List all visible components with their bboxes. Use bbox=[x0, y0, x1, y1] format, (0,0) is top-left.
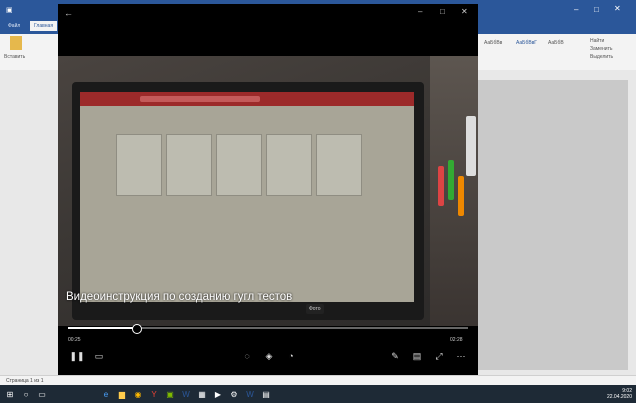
edge-icon[interactable]: e bbox=[100, 388, 112, 400]
desk-background bbox=[430, 56, 478, 326]
pause-icon[interactable]: ❚❚ bbox=[69, 349, 84, 363]
filmed-search-bar bbox=[140, 96, 260, 102]
time-total: 02:28 bbox=[450, 337, 463, 343]
settings-icon[interactable]: ⚙ bbox=[228, 388, 240, 400]
maximize-icon[interactable]: □ bbox=[594, 5, 599, 14]
video-frame[interactable] bbox=[58, 56, 478, 326]
filmed-monitor bbox=[72, 82, 424, 320]
style-normal[interactable]: АаБбВв bbox=[484, 40, 502, 46]
window-close-icon[interactable]: ✕ bbox=[461, 7, 468, 16]
taskbar: ⊞ ○ ▭ e ▆ ◉ Y ▣ W ▦ ▶ ⚙ W ▤ 9:02 22.04.2… bbox=[0, 385, 636, 403]
page-count: Страница 1 из 1 bbox=[6, 378, 44, 384]
window-minimize-icon[interactable]: – bbox=[418, 7, 422, 16]
filmed-form-card bbox=[266, 134, 312, 196]
style-nospacing[interactable]: АаБбВвГ bbox=[516, 40, 537, 46]
filmed-app-bar bbox=[80, 92, 414, 106]
seek-bar[interactable] bbox=[68, 324, 468, 334]
pen-green bbox=[448, 160, 454, 200]
edit-icon[interactable]: ◈ bbox=[262, 349, 276, 363]
back-arrow-icon[interactable]: ← bbox=[64, 8, 73, 18]
style-heading[interactable]: АаБбВ bbox=[548, 40, 564, 46]
video-subtitle: Видеоинструкция по созданию гугл тестов bbox=[66, 291, 293, 303]
close-icon[interactable]: ✕ bbox=[614, 4, 621, 13]
tooltip: Фото bbox=[306, 304, 324, 314]
start-icon[interactable]: ⊞ bbox=[4, 388, 16, 400]
pencil-icon[interactable]: ✎ bbox=[388, 349, 402, 363]
replace-button[interactable]: Заменить bbox=[590, 46, 612, 52]
store-icon[interactable]: ▣ bbox=[164, 388, 176, 400]
pen-orange bbox=[458, 176, 464, 216]
filmed-form-card bbox=[316, 134, 362, 196]
window-maximize-icon[interactable]: □ bbox=[440, 7, 445, 16]
paper-roll bbox=[466, 116, 476, 176]
seek-thumb[interactable] bbox=[132, 324, 142, 334]
taskbar-app-icon[interactable]: ▤ bbox=[260, 388, 272, 400]
filmed-form-card bbox=[116, 134, 162, 196]
movies-icon[interactable]: ▶ bbox=[212, 388, 224, 400]
minimize-icon[interactable]: – bbox=[574, 5, 578, 14]
clock-date: 22.04.2020 bbox=[606, 394, 632, 400]
filmed-screen bbox=[80, 92, 414, 302]
seek-progress bbox=[68, 327, 136, 329]
filmed-form-card bbox=[216, 134, 262, 196]
taskbar-word-icon[interactable]: W bbox=[244, 388, 256, 400]
tab-home[interactable]: Главная bbox=[30, 21, 58, 31]
explorer-icon[interactable]: ▆ bbox=[116, 388, 128, 400]
yandex-icon[interactable]: Y bbox=[148, 388, 160, 400]
tab-file[interactable]: Файл bbox=[8, 23, 20, 29]
time-current: 00:25 bbox=[68, 337, 81, 343]
photo-icon[interactable]: ◌ bbox=[240, 349, 254, 363]
pen-red bbox=[438, 166, 444, 206]
clock[interactable]: 9:02 22.04.2020 bbox=[607, 388, 632, 400]
chrome-icon[interactable]: ◉ bbox=[132, 388, 144, 400]
search-icon[interactable]: ○ bbox=[20, 388, 32, 400]
more-icon[interactable]: ⋯ bbox=[454, 349, 468, 363]
word-icon[interactable]: W bbox=[180, 388, 192, 400]
select-button[interactable]: Выделить bbox=[590, 54, 613, 60]
paste-icon[interactable] bbox=[10, 36, 22, 50]
cast-icon[interactable]: ▤ bbox=[410, 349, 424, 363]
photos-icon[interactable]: ▦ bbox=[196, 388, 208, 400]
fullscreen-icon[interactable]: ⤢ bbox=[432, 349, 446, 363]
find-button[interactable]: Найти bbox=[590, 38, 604, 44]
save-icon[interactable]: ▣ bbox=[6, 6, 13, 14]
subtitles-icon[interactable]: ▭ bbox=[92, 349, 106, 363]
video-player-window: ← – □ ✕ Видеоинструкция по созданию гугл… bbox=[58, 4, 478, 375]
filmed-form-card bbox=[166, 134, 212, 196]
share-icon[interactable]: ◔ bbox=[284, 349, 298, 363]
task-view-icon[interactable]: ▭ bbox=[36, 388, 48, 400]
paste-button[interactable]: Вставить bbox=[4, 54, 25, 60]
document-page[interactable] bbox=[478, 80, 628, 370]
